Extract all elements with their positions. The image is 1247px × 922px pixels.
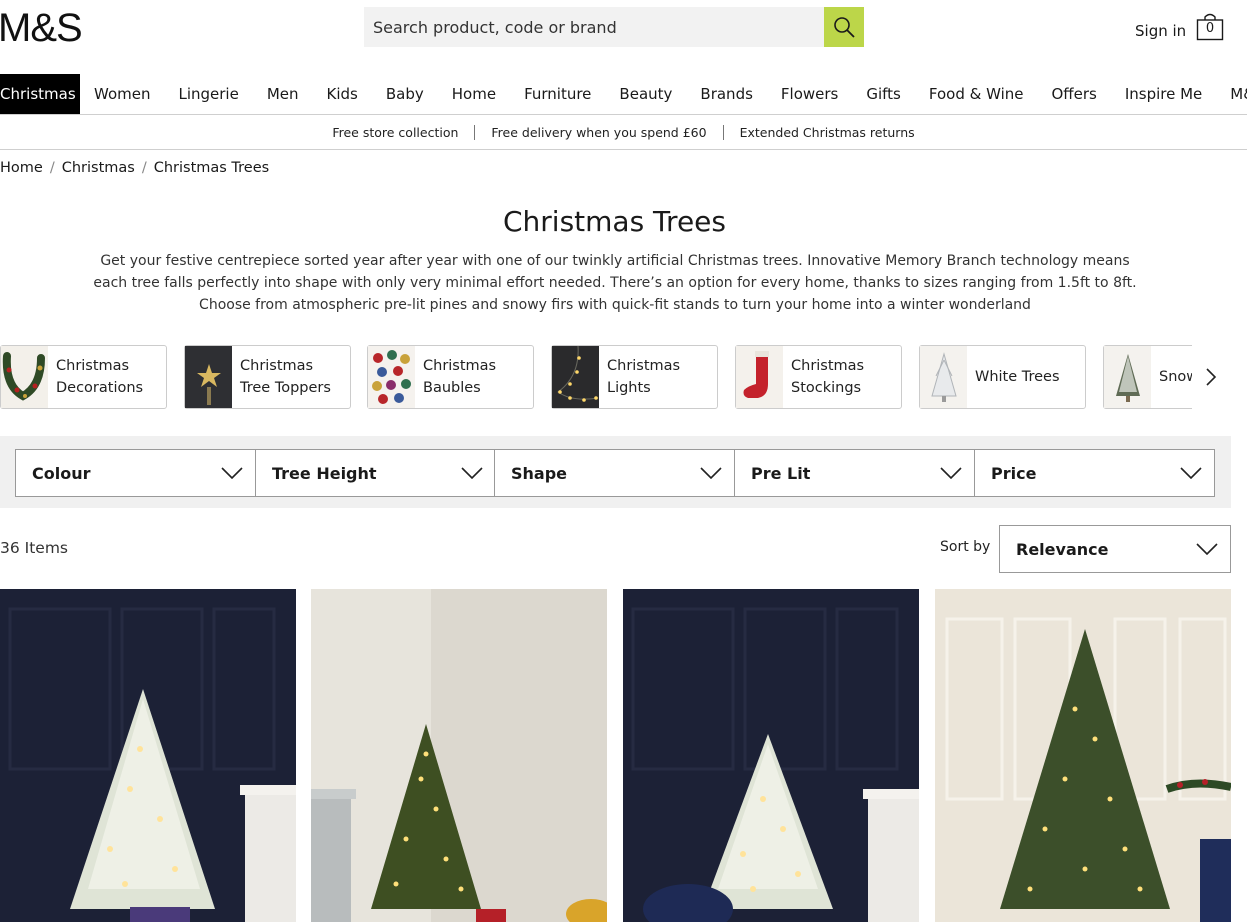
nav-item-kids[interactable]: Kids xyxy=(313,74,372,114)
search-bar xyxy=(364,7,864,47)
promo-divider xyxy=(474,124,476,140)
product-card[interactable] xyxy=(311,589,607,922)
category-stockings[interactable]: Christmas Stockings xyxy=(735,345,902,409)
nav-item-men[interactable]: Men xyxy=(253,74,313,114)
nav-item-ms-bank[interactable]: M&S Bank xyxy=(1216,74,1247,114)
breadcrumb-separator: / xyxy=(49,160,55,176)
chevron-down-icon xyxy=(1180,467,1202,479)
star-topper-icon xyxy=(185,346,232,408)
filter-label: Shape xyxy=(511,463,568,483)
category-snowy-trees[interactable]: Snow xyxy=(1103,345,1192,409)
breadcrumb-christmas[interactable]: Christmas xyxy=(62,160,135,176)
category-baubles[interactable]: Christmas Baubles xyxy=(367,345,534,409)
sort-select[interactable]: Relevance xyxy=(999,525,1231,573)
promo-bar: Free store collection Free delivery when… xyxy=(0,115,1247,150)
category-tree-toppers[interactable]: Christmas Tree Toppers xyxy=(184,345,351,409)
product-card[interactable] xyxy=(0,589,296,922)
breadcrumb-separator: / xyxy=(141,160,147,176)
promo-store-collection[interactable]: Free store collection xyxy=(332,125,458,140)
results-count: 36 Items xyxy=(0,539,69,557)
breadcrumb: Home / Christmas / Christmas Trees xyxy=(0,160,269,176)
nav-item-food-wine[interactable]: Food & Wine xyxy=(915,74,1038,114)
filter-label: Colour xyxy=(32,463,91,483)
product-image[interactable] xyxy=(623,589,919,922)
nav-item-beauty[interactable]: Beauty xyxy=(605,74,686,114)
ms-logo[interactable]: M&S xyxy=(0,6,83,51)
main-nav: Christmas Women Lingerie Men Kids Baby H… xyxy=(0,74,1247,115)
nav-item-flowers[interactable]: Flowers xyxy=(767,74,852,114)
chevron-right-icon[interactable] xyxy=(1203,367,1219,387)
bag-count: 0 xyxy=(1205,21,1215,36)
filter-price[interactable]: Price xyxy=(974,449,1215,497)
product-image[interactable] xyxy=(311,589,607,922)
category-white-trees[interactable]: White Trees xyxy=(919,345,1086,409)
filter-bar: Colour Tree Height Shape Pre Lit Price xyxy=(0,436,1231,508)
baubles-icon xyxy=(368,346,415,408)
snowy-tree-icon xyxy=(1104,346,1151,408)
nav-item-lingerie[interactable]: Lingerie xyxy=(164,74,252,114)
nav-item-offers[interactable]: Offers xyxy=(1037,74,1110,114)
search-input[interactable] xyxy=(364,7,824,47)
filter-label: Pre Lit xyxy=(751,463,811,483)
category-lights[interactable]: Christmas Lights xyxy=(551,345,718,409)
chevron-down-icon xyxy=(700,467,722,479)
category-label: Christmas Tree Toppers xyxy=(240,358,331,396)
filter-colour[interactable]: Colour xyxy=(15,449,256,497)
category-label: Christmas Baubles xyxy=(423,358,497,396)
filter-pre-lit[interactable]: Pre Lit xyxy=(734,449,975,497)
nav-item-gifts[interactable]: Gifts xyxy=(852,74,915,114)
chevron-down-icon xyxy=(1196,543,1218,555)
sign-in-link[interactable]: Sign in xyxy=(1135,22,1186,40)
page-title: Christmas Trees xyxy=(502,205,726,238)
chevron-down-icon xyxy=(461,467,483,479)
nav-item-baby[interactable]: Baby xyxy=(372,74,438,114)
nav-item-home[interactable]: Home xyxy=(438,74,510,114)
breadcrumb-current: Christmas Trees xyxy=(153,160,270,176)
product-card[interactable] xyxy=(935,589,1231,922)
promo-christmas-returns[interactable]: Extended Christmas returns xyxy=(740,125,915,140)
product-image[interactable] xyxy=(935,589,1231,922)
filter-label: Tree Height xyxy=(272,463,377,483)
page-description: Get your festive centrepiece sorted year… xyxy=(93,253,1137,313)
category-label: Christmas Stockings xyxy=(791,358,865,396)
nav-item-christmas[interactable]: Christmas xyxy=(0,74,80,114)
breadcrumb-home[interactable]: Home xyxy=(0,160,43,176)
promo-divider xyxy=(722,124,724,140)
site-header: M&S Sign in 0 xyxy=(0,0,1247,70)
search-icon xyxy=(834,17,855,38)
product-card[interactable] xyxy=(623,589,919,922)
fairy-lights-icon xyxy=(552,346,599,408)
category-carousel: Christmas Decorations Christmas Tree Toppe… xyxy=(0,345,1192,409)
sort-value: Relevance xyxy=(1016,539,1109,559)
category-label: Christmas Lights xyxy=(607,358,681,396)
category-label: White Trees xyxy=(975,369,1060,385)
product-image[interactable] xyxy=(0,589,296,922)
sort-by-label: Sort by xyxy=(940,539,991,555)
nav-item-women[interactable]: Women xyxy=(80,74,164,114)
search-button[interactable] xyxy=(824,7,864,47)
chevron-down-icon xyxy=(940,467,962,479)
stocking-icon xyxy=(736,346,783,408)
chevron-down-icon xyxy=(221,467,243,479)
garland-icon xyxy=(1,346,48,408)
promo-free-delivery[interactable]: Free delivery when you spend £60 xyxy=(491,125,706,140)
white-tree-icon xyxy=(920,346,967,408)
nav-item-brands[interactable]: Brands xyxy=(686,74,767,114)
category-christmas-decorations[interactable]: Christmas Decorations xyxy=(0,345,167,409)
nav-item-furniture[interactable]: Furniture xyxy=(510,74,605,114)
filter-shape[interactable]: Shape xyxy=(494,449,735,497)
nav-item-inspire-me[interactable]: Inspire Me xyxy=(1111,74,1216,114)
shopping-bag-button[interactable]: 0 xyxy=(1196,13,1224,41)
filter-tree-height[interactable]: Tree Height xyxy=(255,449,496,497)
filter-label: Price xyxy=(991,463,1037,483)
category-label: Christmas Decorations xyxy=(56,358,144,396)
category-label: Snow xyxy=(1159,369,1192,385)
